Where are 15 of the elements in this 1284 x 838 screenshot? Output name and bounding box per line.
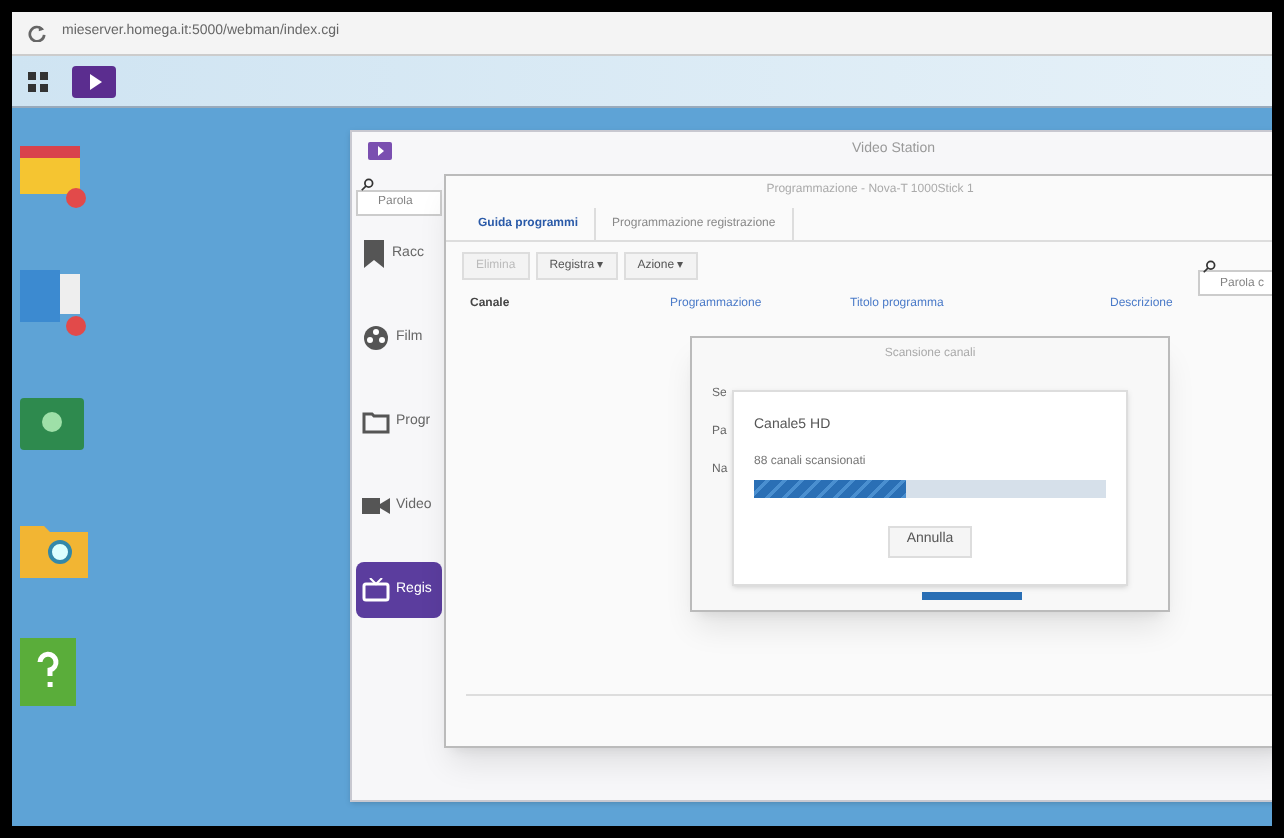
play-app-icon[interactable]	[72, 65, 116, 97]
reload-icon[interactable]	[28, 24, 46, 42]
bookmark-icon	[362, 240, 386, 268]
search-icon	[360, 178, 374, 192]
film-reel-icon	[362, 324, 390, 352]
help-icon[interactable]	[20, 638, 80, 706]
main-menu-icon[interactable]	[28, 71, 48, 91]
ok-button-edge	[922, 592, 1022, 600]
document-icon[interactable]	[20, 270, 88, 338]
search-icon	[1202, 259, 1216, 273]
package-icon[interactable]	[20, 142, 88, 210]
play-app-icon	[368, 141, 392, 159]
folder-icon	[362, 410, 390, 434]
tv-icon	[362, 578, 390, 602]
video-camera-icon	[362, 494, 390, 518]
